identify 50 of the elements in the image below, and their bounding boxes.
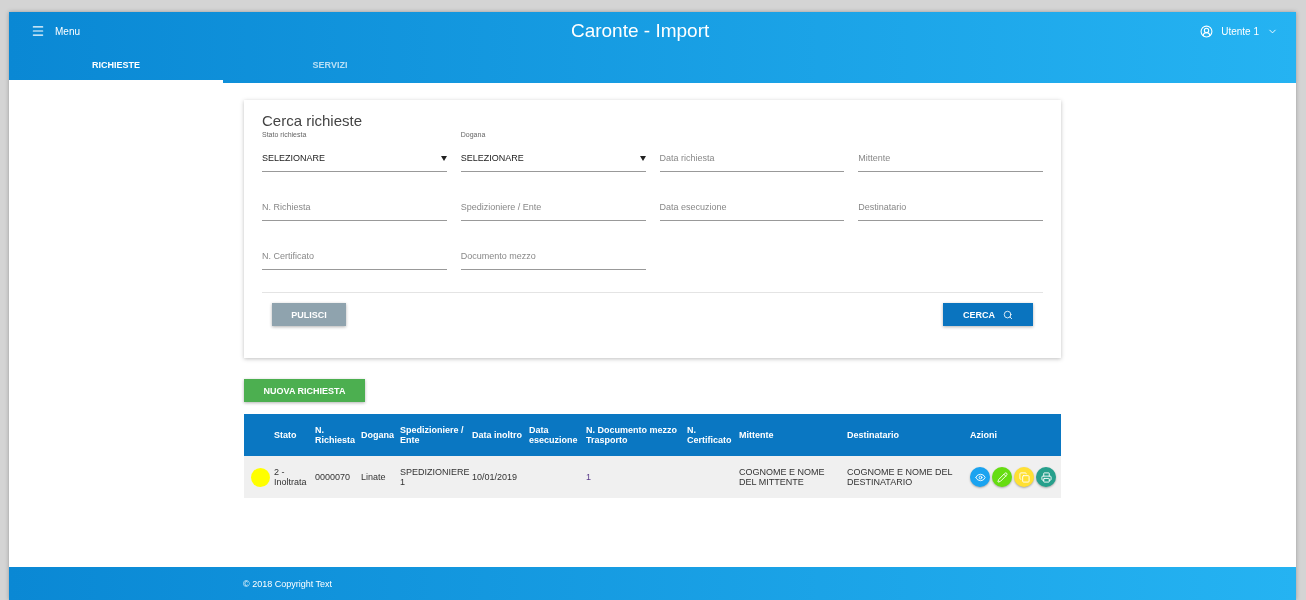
- input-field[interactable]: Mittente: [858, 145, 1043, 172]
- header-cell: Destinatario: [844, 414, 967, 456]
- table-cell: COGNOME E NOME DEL MITTENTE: [736, 456, 844, 498]
- header-cell: Stato: [271, 414, 312, 456]
- input-field[interactable]: Data richiesta: [659, 145, 845, 172]
- pencil-icon: [996, 471, 1008, 483]
- user-icon: [1200, 24, 1214, 38]
- tab[interactable]: RICHIESTE: [9, 50, 223, 83]
- header-cell: Mittente: [736, 414, 844, 456]
- dropdown-icon: [639, 155, 646, 161]
- view-icon: [974, 471, 986, 483]
- view-button[interactable]: [970, 467, 990, 487]
- header-cell: Azioni: [967, 414, 1061, 456]
- menu-button[interactable]: Menu: [31, 24, 80, 38]
- table-cell: COGNOME E NOME DEL DESTINATARIO: [844, 456, 967, 498]
- new-request-button[interactable]: NUOVA RICHIESTA: [244, 379, 365, 402]
- copy-button[interactable]: [1014, 467, 1034, 487]
- table-cell: 1: [583, 456, 684, 498]
- app-title: Caronte - Import: [569, 20, 711, 42]
- printer-icon: [1040, 471, 1052, 483]
- search-button[interactable]: CERCA: [943, 303, 1033, 326]
- input-field[interactable]: Data esecuzione: [659, 194, 845, 221]
- header-cell: Data inoltro: [469, 414, 526, 456]
- card-title: Cerca richieste: [262, 112, 364, 129]
- edit-button[interactable]: [992, 467, 1012, 487]
- header-cell: Data esecuzione: [526, 414, 583, 456]
- header-cell: N. Certificato: [684, 414, 736, 456]
- input-field[interactable]: Documento mezzo: [460, 243, 646, 270]
- header-cell: N. Documento mezzo Trasporto: [583, 414, 684, 456]
- table-cell: SPEDIZIONIERE 1: [397, 456, 469, 498]
- print-button[interactable]: [1036, 467, 1056, 487]
- table-cell: Linate: [358, 456, 397, 498]
- table-cell: 10/01/2019: [469, 456, 526, 498]
- input-field[interactable]: N. Certificato: [262, 243, 447, 270]
- tab[interactable]: SERVIZI: [223, 50, 437, 83]
- copy-icon: [1018, 471, 1030, 483]
- table-cell: 2 - Inoltrata: [271, 456, 312, 498]
- menu-icon: [31, 24, 45, 38]
- header-cell: Spedizioniere / Ente: [397, 414, 469, 456]
- copyright-text: © 2018 Copyright Text: [243, 578, 332, 589]
- input-field[interactable]: Spedizioniere / Ente: [460, 194, 646, 221]
- search-icon: [1003, 309, 1013, 320]
- user-menu-button[interactable]: Utente 1: [1200, 24, 1278, 38]
- header-cell: Dogana: [358, 414, 397, 456]
- clear-button[interactable]: PULISCI: [272, 303, 346, 326]
- dropdown-icon: [440, 155, 447, 161]
- input-field[interactable]: N. Richiesta: [262, 194, 447, 221]
- input-field[interactable]: Destinatario: [858, 194, 1043, 221]
- header-cell: N. Richiesta: [312, 414, 358, 456]
- table-cell: 0000070: [312, 456, 358, 498]
